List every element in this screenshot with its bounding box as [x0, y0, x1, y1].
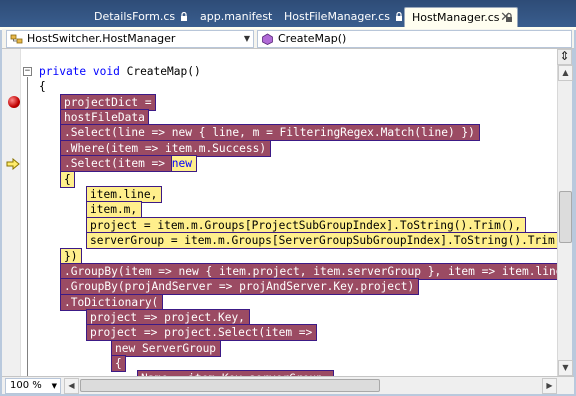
tab-detailsform[interactable]: DetailsForm.cs: [87, 7, 188, 28]
vertical-scroll-thumb[interactable]: [559, 191, 572, 243]
collapse-region-icon[interactable]: −: [23, 67, 32, 76]
code-line[interactable]: }): [64, 249, 77, 264]
code-line[interactable]: projectDict =: [64, 95, 152, 110]
lock-icon: [395, 8, 403, 21]
current-statement-arrow-icon: [6, 157, 20, 171]
scroll-down-icon[interactable]: ▼: [558, 360, 573, 376]
breakpoint-icon[interactable]: [8, 96, 20, 108]
tab-hostfilemanager[interactable]: HostFileManager.cs: [277, 7, 402, 28]
horizontal-scrollbar[interactable]: ◀ ▶: [64, 378, 557, 394]
keyword: new: [115, 342, 136, 355]
lock-icon: [180, 8, 188, 21]
split-window-icon[interactable]: ⇕: [557, 49, 572, 65]
tab-label: app.manifest: [200, 10, 273, 23]
keyword: private: [39, 65, 87, 78]
scroll-up-icon[interactable]: ▲: [558, 65, 573, 81]
type-selector-value: HostSwitcher.HostManager: [27, 32, 176, 45]
editor-bottom-bar: 100 % ▼ ◀ ▶: [2, 376, 574, 394]
code-line[interactable]: item.m,: [90, 202, 137, 217]
tab-label: DetailsForm.cs: [94, 10, 176, 23]
code-line[interactable]: {: [39, 79, 46, 94]
method-icon: [261, 33, 274, 45]
keyword: new: [171, 157, 192, 170]
tab-label: HostManager.cs: [412, 11, 500, 24]
document-tab-strip: DetailsForm.cs app.manifest HostFileMana…: [0, 0, 576, 28]
scroll-left-icon[interactable]: ◀: [64, 378, 79, 394]
tab-hostmanager[interactable]: HostManager.cs ✕: [404, 7, 518, 28]
member-selector-value: CreateMap(): [278, 32, 347, 45]
code-line[interactable]: project => project.Select(item =>: [90, 325, 312, 340]
keyword: new: [178, 265, 199, 278]
type-selector-dropdown[interactable]: HostSwitcher.HostManager ▼: [6, 30, 254, 48]
vertical-scrollbar[interactable]: ▲ ▼: [557, 65, 573, 376]
code-line[interactable]: .Where(item => item.m.Success): [64, 141, 266, 156]
zoom-level-value: 100 %: [10, 380, 42, 391]
code-line[interactable]: .Select(item => new: [64, 156, 192, 171]
code-line[interactable]: .Select(line => new { line, m = Filterin…: [64, 125, 475, 140]
navigation-bar: HostSwitcher.HostManager ▼ CreateMap(): [2, 29, 574, 49]
code-line[interactable]: .GroupBy(projAndServer => projAndServer.…: [64, 279, 414, 294]
keyword: void: [92, 65, 120, 78]
tab-label: HostFileManager.cs: [284, 10, 390, 23]
code-line[interactable]: {: [115, 356, 122, 371]
code-line[interactable]: project => project.Key,: [90, 310, 245, 325]
keyword: new: [171, 126, 192, 139]
scroll-right-icon[interactable]: ▶: [542, 378, 557, 394]
code-line[interactable]: .ToDictionary(: [64, 295, 158, 310]
member-selector-dropdown[interactable]: CreateMap(): [257, 30, 572, 48]
class-icon: [10, 33, 23, 45]
horizontal-scroll-thumb[interactable]: [80, 379, 380, 392]
code-editor[interactable]: − private void CreateMap(){projectDict =…: [2, 49, 557, 376]
outline-guide: [27, 77, 28, 376]
zoom-level-dropdown[interactable]: 100 % ▼: [5, 378, 61, 394]
code-line[interactable]: serverGroup = item.m.Groups[ServerGroupS…: [90, 233, 557, 248]
code-line[interactable]: project = item.m.Groups[ProjectSubGroupI…: [90, 218, 521, 233]
close-tab-icon[interactable]: ✕: [500, 8, 511, 28]
chevron-down-icon: ▼: [51, 382, 57, 390]
code-line[interactable]: hostFileData: [64, 110, 145, 125]
code-line[interactable]: .GroupBy(item => new { item.project, ite…: [64, 264, 557, 279]
code-line[interactable]: item.line,: [90, 187, 157, 202]
code-line[interactable]: private void CreateMap(): [39, 64, 201, 79]
chevron-down-icon: ▼: [243, 34, 250, 43]
tab-app-manifest[interactable]: app.manifest: [193, 7, 273, 28]
code-line[interactable]: new ServerGroup: [115, 341, 216, 356]
code-line[interactable]: {: [64, 172, 71, 187]
